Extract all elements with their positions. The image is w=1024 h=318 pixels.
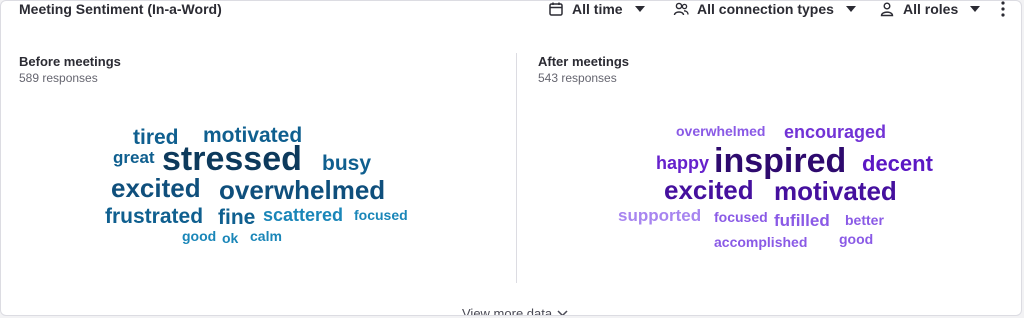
word-cloud-term: motivated <box>774 176 897 206</box>
after-section-title: After meetings <box>538 54 630 69</box>
word-cloud-term: better <box>845 212 884 228</box>
word-cloud-term: ok <box>222 230 239 246</box>
word-cloud-term: excited <box>111 173 201 203</box>
word-cloud-term: overwhelmed <box>219 175 386 205</box>
word-cloud-term: focused <box>714 209 768 225</box>
word-cloud-term: great <box>113 148 155 167</box>
roles-filter-dropdown[interactable]: All roles <box>879 1 981 17</box>
time-filter-label: All time <box>572 1 623 17</box>
caret-down-icon <box>845 6 856 12</box>
word-cloud-term: inspired <box>714 142 847 180</box>
after-response-count: 543 responses <box>538 71 617 85</box>
word-cloud-term: good <box>182 228 217 244</box>
word-cloud-term: supported <box>618 206 702 225</box>
word-cloud-term: accomplished <box>714 234 808 250</box>
card-title: Meeting Sentiment (In-a-Word) <box>19 1 222 17</box>
word-cloud-term: excited <box>664 175 754 205</box>
word-cloud-term: fine <box>218 206 256 229</box>
word-cloud-term: busy <box>322 152 372 175</box>
connection-type-filter-label: All connection types <box>697 1 834 17</box>
word-cloud-term: decent <box>862 151 933 176</box>
word-cloud-term: good <box>839 231 874 247</box>
time-filter-dropdown[interactable]: All time <box>548 1 645 17</box>
caret-down-icon <box>970 6 981 12</box>
word-cloud-term: encouraged <box>784 122 887 142</box>
word-cloud-term: overwhelmed <box>676 123 766 139</box>
caret-down-icon <box>634 6 645 12</box>
more-vertical-icon[interactable] <box>995 1 1011 17</box>
view-more-data-button[interactable]: View more data <box>462 306 568 316</box>
view-more-data-label: View more data <box>462 306 553 316</box>
word-cloud-term: fufilled <box>774 211 830 230</box>
word-cloud-term: focused <box>354 207 408 223</box>
before-response-count: 589 responses <box>19 71 98 85</box>
chevron-down-icon <box>557 310 568 315</box>
person-icon <box>880 2 894 17</box>
word-cloud-term: scattered <box>263 205 344 225</box>
word-cloud-term: frustrated <box>105 205 204 228</box>
roles-filter-label: All roles <box>903 1 959 17</box>
calendar-icon <box>549 2 563 16</box>
word-cloud-term: stressed <box>162 140 302 178</box>
connection-type-filter-dropdown[interactable]: All connection types <box>673 1 856 17</box>
people-icon <box>673 2 689 16</box>
section-divider <box>516 53 517 283</box>
before-section-title: Before meetings <box>19 54 121 69</box>
meeting-sentiment-card: Meeting Sentiment (In-a-Word) All time A… <box>0 0 1022 316</box>
word-cloud-term: happy <box>656 153 710 173</box>
word-cloud-term: calm <box>250 228 282 244</box>
